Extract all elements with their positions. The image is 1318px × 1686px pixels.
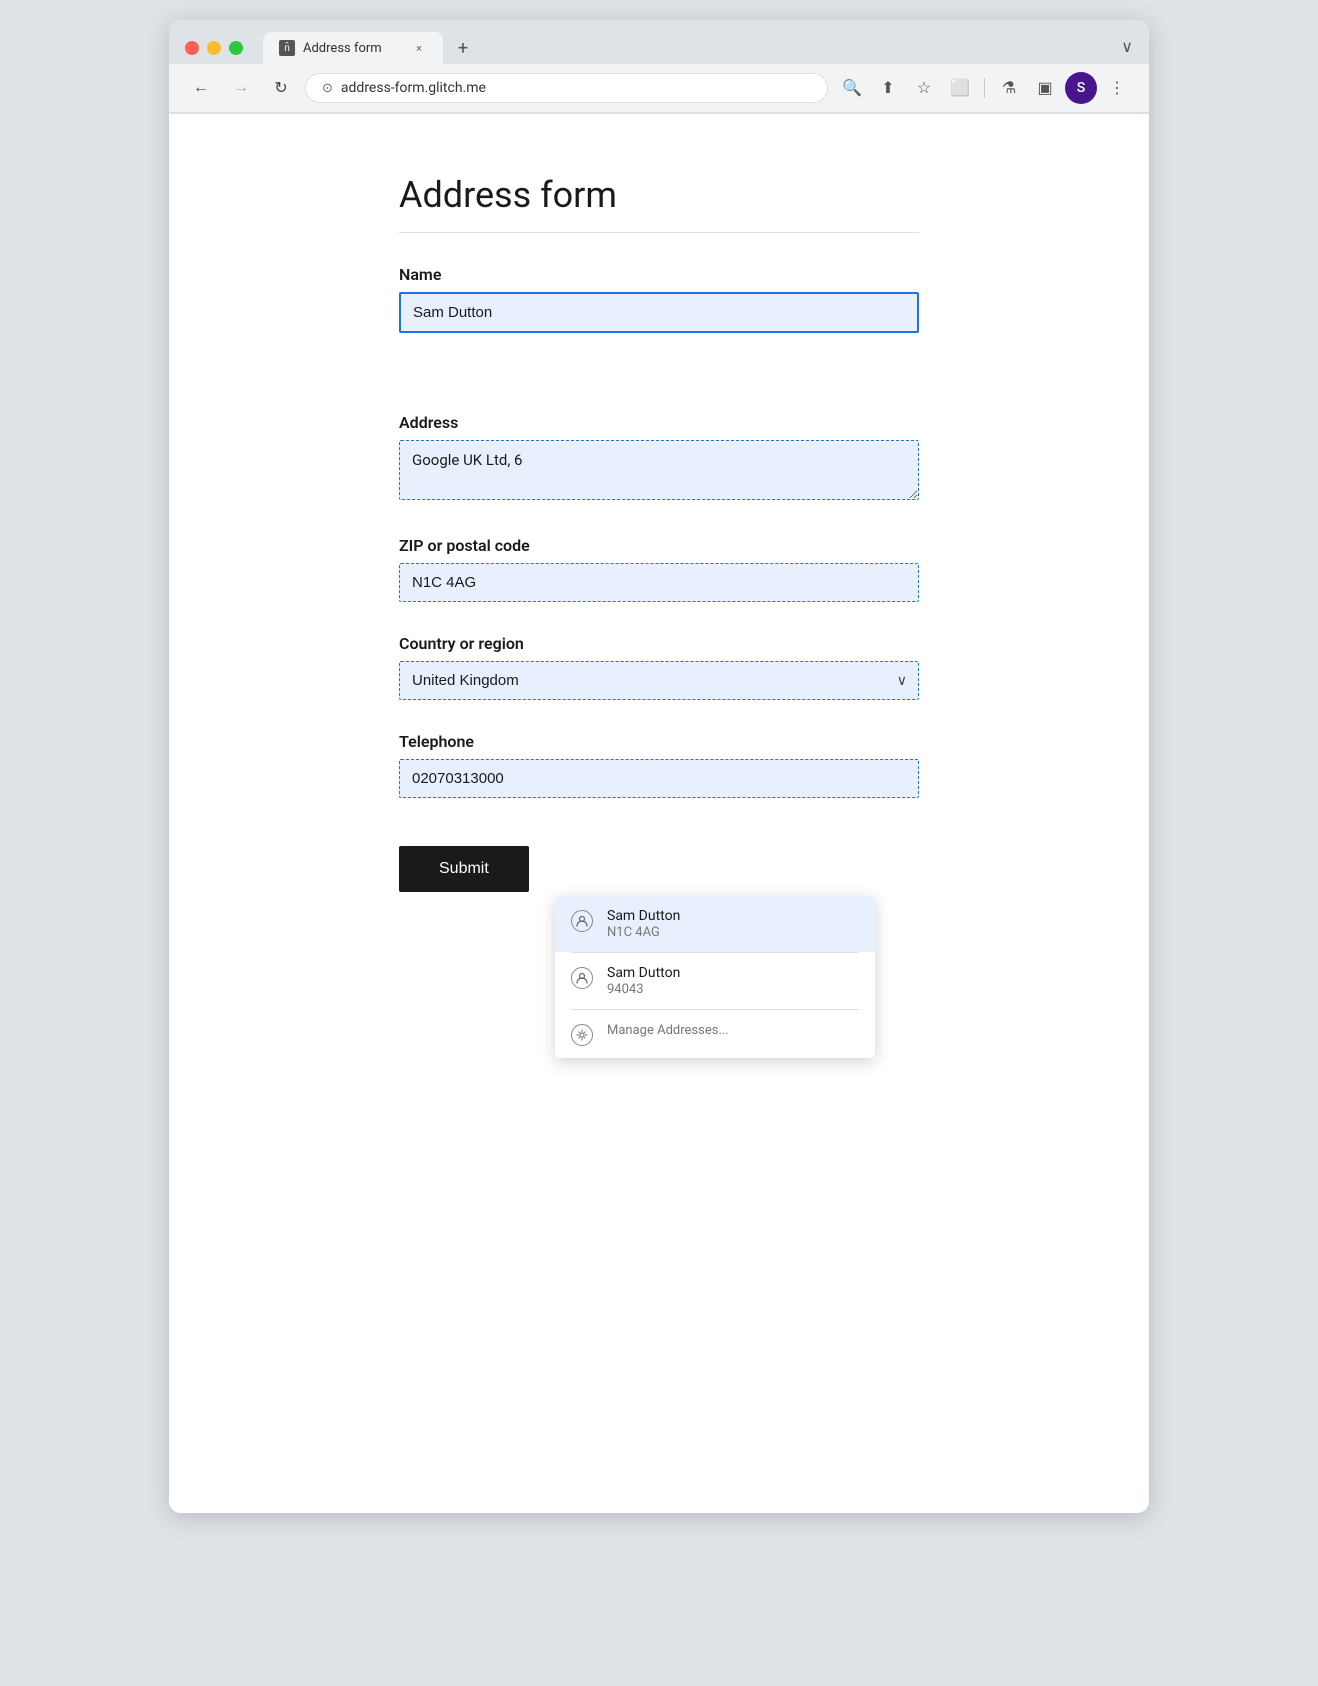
forward-button[interactable]: →: [225, 72, 257, 104]
autocomplete-sub-2: 94043: [607, 982, 680, 997]
tab-title: Address form: [303, 41, 403, 56]
title-bar: n̂ Address form × + ∨: [169, 20, 1149, 64]
name-section: Name Sam Dutton N1C 4AG: [399, 265, 919, 333]
nav-divider: [984, 78, 985, 98]
new-tab-button[interactable]: +: [447, 32, 479, 64]
lab-icon-button[interactable]: ⚗: [993, 72, 1025, 104]
extension-icon-button[interactable]: ⬜: [944, 72, 976, 104]
autocomplete-name-1: Sam Dutton: [607, 908, 680, 924]
autocomplete-item-2[interactable]: Sam Dutton 94043: [555, 953, 875, 1009]
share-icon-button[interactable]: ⬆: [872, 72, 904, 104]
address-section: Address Google UK Ltd, 6: [399, 413, 919, 504]
zip-section: ZIP or postal code: [399, 536, 919, 602]
person-icon-2: [571, 967, 593, 989]
form-container: Address form Name Sam: [399, 174, 919, 892]
window-controls: [185, 41, 243, 55]
country-label: Country or region: [399, 634, 919, 653]
page-title: Address form: [399, 174, 919, 233]
autocomplete-dropdown: Sam Dutton N1C 4AG Sam: [555, 896, 875, 1058]
country-section: Country or region United Kingdom United …: [399, 634, 919, 700]
submit-button[interactable]: Submit: [399, 846, 529, 892]
close-window-button[interactable]: [185, 41, 199, 55]
avatar[interactable]: S: [1065, 72, 1097, 104]
active-tab[interactable]: n̂ Address form ×: [263, 32, 443, 64]
address-input[interactable]: Google UK Ltd, 6: [399, 440, 919, 500]
autocomplete-text-2: Sam Dutton 94043: [607, 965, 680, 997]
country-select[interactable]: United Kingdom United States Canada Aust…: [399, 661, 919, 700]
page-content: Address form Name Sam: [169, 113, 1149, 1513]
zip-label: ZIP or postal code: [399, 536, 919, 555]
nav-icons: 🔍 ⬆ ☆ ⬜ ⚗ ▣ S ⋮: [836, 72, 1133, 104]
autocomplete-name-2: Sam Dutton: [607, 965, 680, 981]
telephone-label: Telephone: [399, 732, 919, 751]
manage-addresses-text: Manage Addresses...: [607, 1022, 729, 1038]
url-text: address-form.glitch.me: [341, 80, 811, 96]
nav-bar: ← → ↻ ⊙ address-form.glitch.me 🔍 ⬆ ☆ ⬜ ⚗…: [169, 64, 1149, 113]
person-icon-1: [571, 910, 593, 932]
security-icon: ⊙: [322, 81, 333, 96]
submit-section: Submit: [399, 846, 919, 892]
manage-addresses-label: Manage Addresses...: [607, 1023, 729, 1038]
autocomplete-sub-1: N1C 4AG: [607, 925, 680, 940]
zip-input[interactable]: [399, 563, 919, 602]
bookmark-icon-button[interactable]: ☆: [908, 72, 940, 104]
address-bar[interactable]: ⊙ address-form.glitch.me: [305, 73, 828, 103]
name-input[interactable]: [399, 292, 919, 333]
autocomplete-manage-item[interactable]: Manage Addresses...: [555, 1010, 875, 1058]
tab-bar: n̂ Address form × + ∨: [263, 32, 1133, 64]
autocomplete-text-1: Sam Dutton N1C 4AG: [607, 908, 680, 940]
address-label: Address: [399, 413, 919, 432]
sidebar-icon-button[interactable]: ▣: [1029, 72, 1061, 104]
tab-favicon: n̂: [279, 40, 295, 56]
name-label: Name: [399, 265, 919, 284]
telephone-input[interactable]: [399, 759, 919, 798]
back-button[interactable]: ←: [185, 72, 217, 104]
reload-button[interactable]: ↻: [265, 72, 297, 104]
tabs-chevron-icon[interactable]: ∨: [1121, 37, 1133, 64]
browser-window: n̂ Address form × + ∨ ← → ↻ ⊙ address-fo…: [169, 20, 1149, 1513]
minimize-window-button[interactable]: [207, 41, 221, 55]
tab-close-button[interactable]: ×: [411, 40, 427, 56]
search-icon-button[interactable]: 🔍: [836, 72, 868, 104]
maximize-window-button[interactable]: [229, 41, 243, 55]
telephone-section: Telephone: [399, 732, 919, 798]
more-options-button[interactable]: ⋮: [1101, 72, 1133, 104]
country-select-wrapper: United Kingdom United States Canada Aust…: [399, 661, 919, 700]
autocomplete-item-1[interactable]: Sam Dutton N1C 4AG: [555, 896, 875, 952]
gear-icon: [571, 1024, 593, 1046]
